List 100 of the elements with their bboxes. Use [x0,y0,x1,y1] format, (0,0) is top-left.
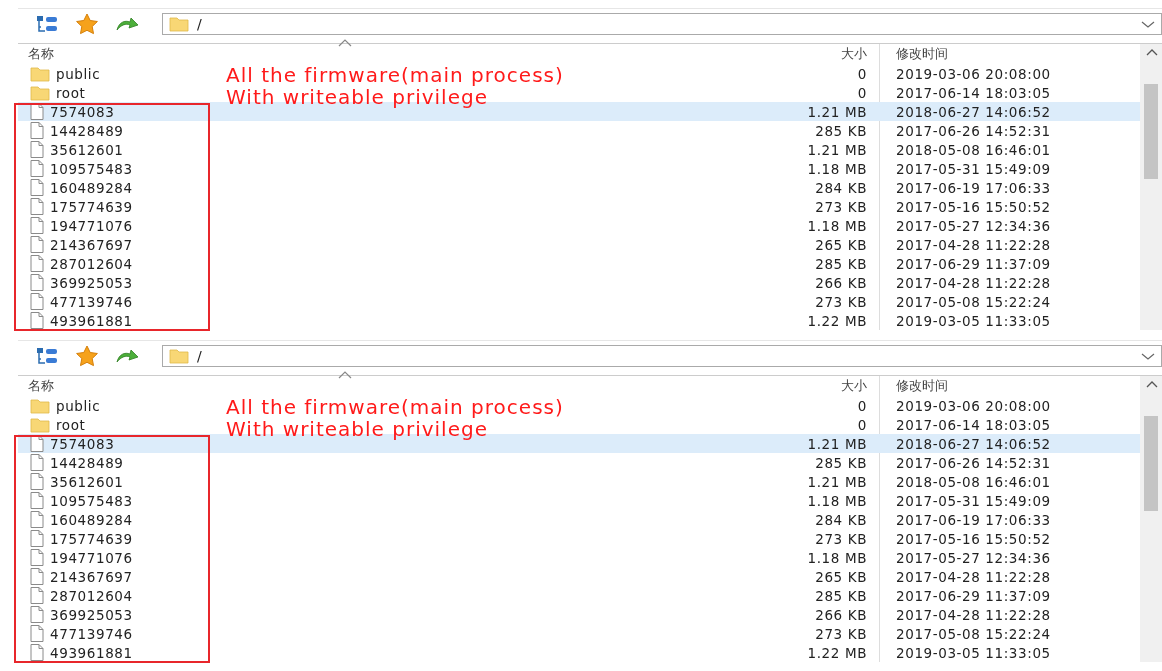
file-name[interactable]: 35612601 [50,473,124,490]
file-icon [30,293,44,310]
modified-time: 2017-06-19 17:06:33 [895,178,1052,197]
folder-icon [30,397,50,414]
file-name[interactable]: 7574083 [50,435,115,452]
column-header[interactable]: 修改时间 [880,44,1140,64]
tree-view-icon[interactable] [34,345,60,367]
file-icon [30,644,44,661]
file-icon [30,255,44,272]
modified-time: 2017-06-19 17:06:33 [895,510,1052,529]
file-icon [30,473,44,490]
modified-time: 2017-04-28 11:22:28 [895,235,1052,254]
scroll-up-icon[interactable] [1146,380,1158,388]
file-name[interactable]: root [56,84,86,101]
column-header[interactable]: 修改时间 [880,376,1140,396]
file-name[interactable]: public [56,65,101,82]
scrollbar-thumb[interactable] [1144,416,1158,511]
modified-time: 2017-04-28 11:22:28 [895,605,1052,624]
star-icon[interactable] [74,345,100,367]
column-header[interactable]: 名称 [18,376,749,396]
column-header[interactable]: 名称 [18,44,749,64]
file-size: 1.18 MB [806,548,868,567]
file-name[interactable]: 214367697 [50,236,133,253]
file-icon [30,179,44,196]
scroll-up-icon[interactable] [1146,48,1158,56]
file-icon [30,511,44,528]
file-name[interactable]: 287012604 [50,587,133,604]
modified-time: 2017-05-08 15:22:24 [895,292,1052,311]
folder-icon [169,16,189,32]
modified-time: 2017-06-14 18:03:05 [895,83,1052,102]
file-icon [30,530,44,547]
modified-time: 2018-06-27 14:06:52 [880,434,1140,453]
modified-time: 2018-05-08 16:46:01 [895,472,1052,491]
file-icon [30,454,44,471]
file-name[interactable]: 287012604 [50,255,133,272]
path-field[interactable]: / [162,345,1162,367]
column-header[interactable]: 大小 [749,376,879,396]
column-header[interactable]: 大小 [749,44,879,64]
file-size: 266 KB [814,605,868,624]
file-name[interactable]: 493961881 [50,312,133,329]
file-name[interactable]: 14428489 [50,122,124,139]
file-name[interactable]: 493961881 [50,644,133,661]
file-icon [30,274,44,291]
dropdown-chevron-icon[interactable] [1141,351,1155,361]
modified-time: 2017-04-28 11:22:28 [895,567,1052,586]
file-name[interactable]: 160489284 [50,179,133,196]
file-name[interactable]: 175774639 [50,530,133,547]
file-size: 285 KB [814,453,868,472]
file-icon [30,549,44,566]
file-name[interactable]: 7574083 [50,103,115,120]
modified-time: 2017-05-31 15:49:09 [895,159,1052,178]
annotation-text: With writeable privilege [226,86,488,108]
file-name[interactable]: 160489284 [50,511,133,528]
file-name[interactable]: 35612601 [50,141,124,158]
file-name[interactable]: 214367697 [50,568,133,585]
file-size: 0 [856,83,868,102]
file-name[interactable]: 194771076 [50,549,133,566]
modified-time: 2017-05-27 12:34:36 [895,548,1052,567]
file-size: 273 KB [814,197,868,216]
file-icon [30,217,44,234]
dropdown-chevron-icon[interactable] [1141,19,1155,29]
file-size: 285 KB [814,121,868,140]
file-size: 1.21 MB [749,102,879,121]
modified-time: 2017-05-08 15:22:24 [895,624,1052,643]
modified-time: 2017-06-29 11:37:09 [895,254,1052,273]
modified-time: 2017-06-26 14:52:31 [895,121,1052,140]
file-size: 1.22 MB [806,643,868,662]
file-size: 0 [856,64,868,83]
file-name[interactable]: root [56,416,86,433]
file-size: 285 KB [814,254,868,273]
file-name[interactable]: 194771076 [50,217,133,234]
modified-time: 2017-05-16 15:50:52 [895,197,1052,216]
file-name[interactable]: 369925053 [50,274,133,291]
file-name[interactable]: 109575483 [50,160,133,177]
scrollbar[interactable] [1140,44,1162,330]
file-name[interactable]: 369925053 [50,606,133,623]
modified-time: 2017-06-14 18:03:05 [895,415,1052,434]
sort-caret-icon [338,371,352,379]
path-field[interactable]: / [162,13,1162,35]
file-name[interactable]: 477139746 [50,293,133,310]
file-size: 1.18 MB [806,216,868,235]
file-size: 273 KB [814,292,868,311]
file-name[interactable]: 175774639 [50,198,133,215]
file-size: 285 KB [814,586,868,605]
modified-time: 2017-06-29 11:37:09 [895,586,1052,605]
file-icon [30,122,44,139]
scrollbar-thumb[interactable] [1144,84,1158,179]
file-name[interactable]: public [56,397,101,414]
file-name[interactable]: 477139746 [50,625,133,642]
file-name[interactable]: 14428489 [50,454,124,471]
modified-time: 2018-05-08 16:46:01 [895,140,1052,159]
scrollbar[interactable] [1140,376,1162,662]
annotation-text: All the firmware(main process) [226,396,564,418]
file-icon [30,198,44,215]
annotation-text: All the firmware(main process) [226,64,564,86]
star-icon[interactable] [74,13,100,35]
file-icon [30,141,44,158]
file-name[interactable]: 109575483 [50,492,133,509]
file-size: 0 [856,415,868,434]
tree-view-icon[interactable] [34,13,60,35]
